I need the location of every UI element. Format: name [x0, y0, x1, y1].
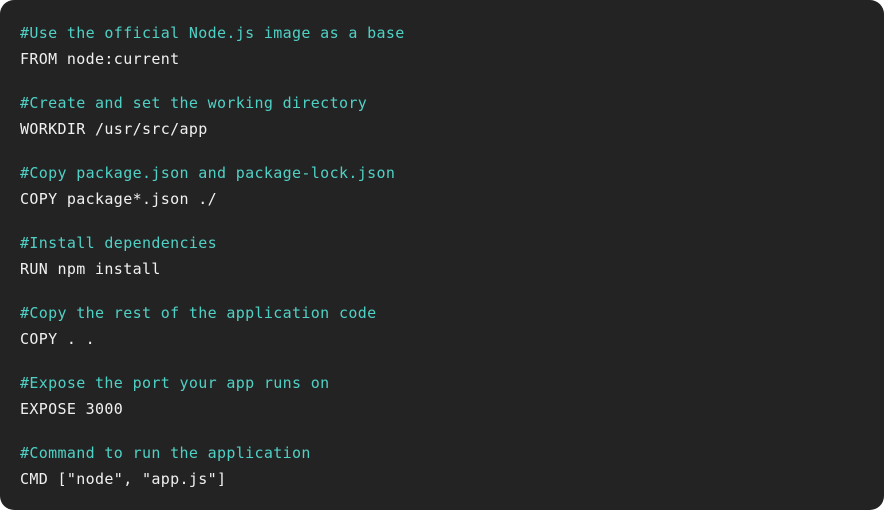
- code-block-base-image: #Use the official Node.js image as a bas…: [20, 22, 884, 74]
- code-comment: #Create and set the working directory: [20, 94, 368, 112]
- code-comment: #Install dependencies: [20, 234, 217, 252]
- code-block-cmd: #Command to run the application CMD ["no…: [20, 442, 884, 494]
- code-comment: #Expose the port your app runs on: [20, 374, 330, 392]
- code-instruction: FROM node:current: [20, 50, 180, 68]
- code-comment: #Use the official Node.js image as a bas…: [20, 24, 405, 42]
- code-block-install: #Install dependencies RUN npm install: [20, 232, 884, 284]
- code-comment: #Copy package.json and package-lock.json: [20, 164, 396, 182]
- code-instruction: WORKDIR /usr/src/app: [20, 120, 208, 138]
- code-block-copy-source: #Copy the rest of the application code C…: [20, 302, 884, 354]
- dockerfile-code-block: #Use the official Node.js image as a bas…: [0, 0, 884, 510]
- code-instruction: EXPOSE 3000: [20, 400, 124, 418]
- code-block-copy-package: #Copy package.json and package-lock.json…: [20, 162, 884, 214]
- code-block-workdir: #Create and set the working directory WO…: [20, 92, 884, 144]
- code-instruction: COPY package*.json ./: [20, 190, 217, 208]
- code-instruction: RUN npm install: [20, 260, 161, 278]
- code-instruction: COPY . .: [20, 330, 96, 348]
- code-block-expose: #Expose the port your app runs on EXPOSE…: [20, 372, 884, 424]
- code-comment: #Command to run the application: [20, 444, 311, 462]
- code-comment: #Copy the rest of the application code: [20, 304, 377, 322]
- code-instruction: CMD ["node", "app.js"]: [20, 470, 227, 488]
